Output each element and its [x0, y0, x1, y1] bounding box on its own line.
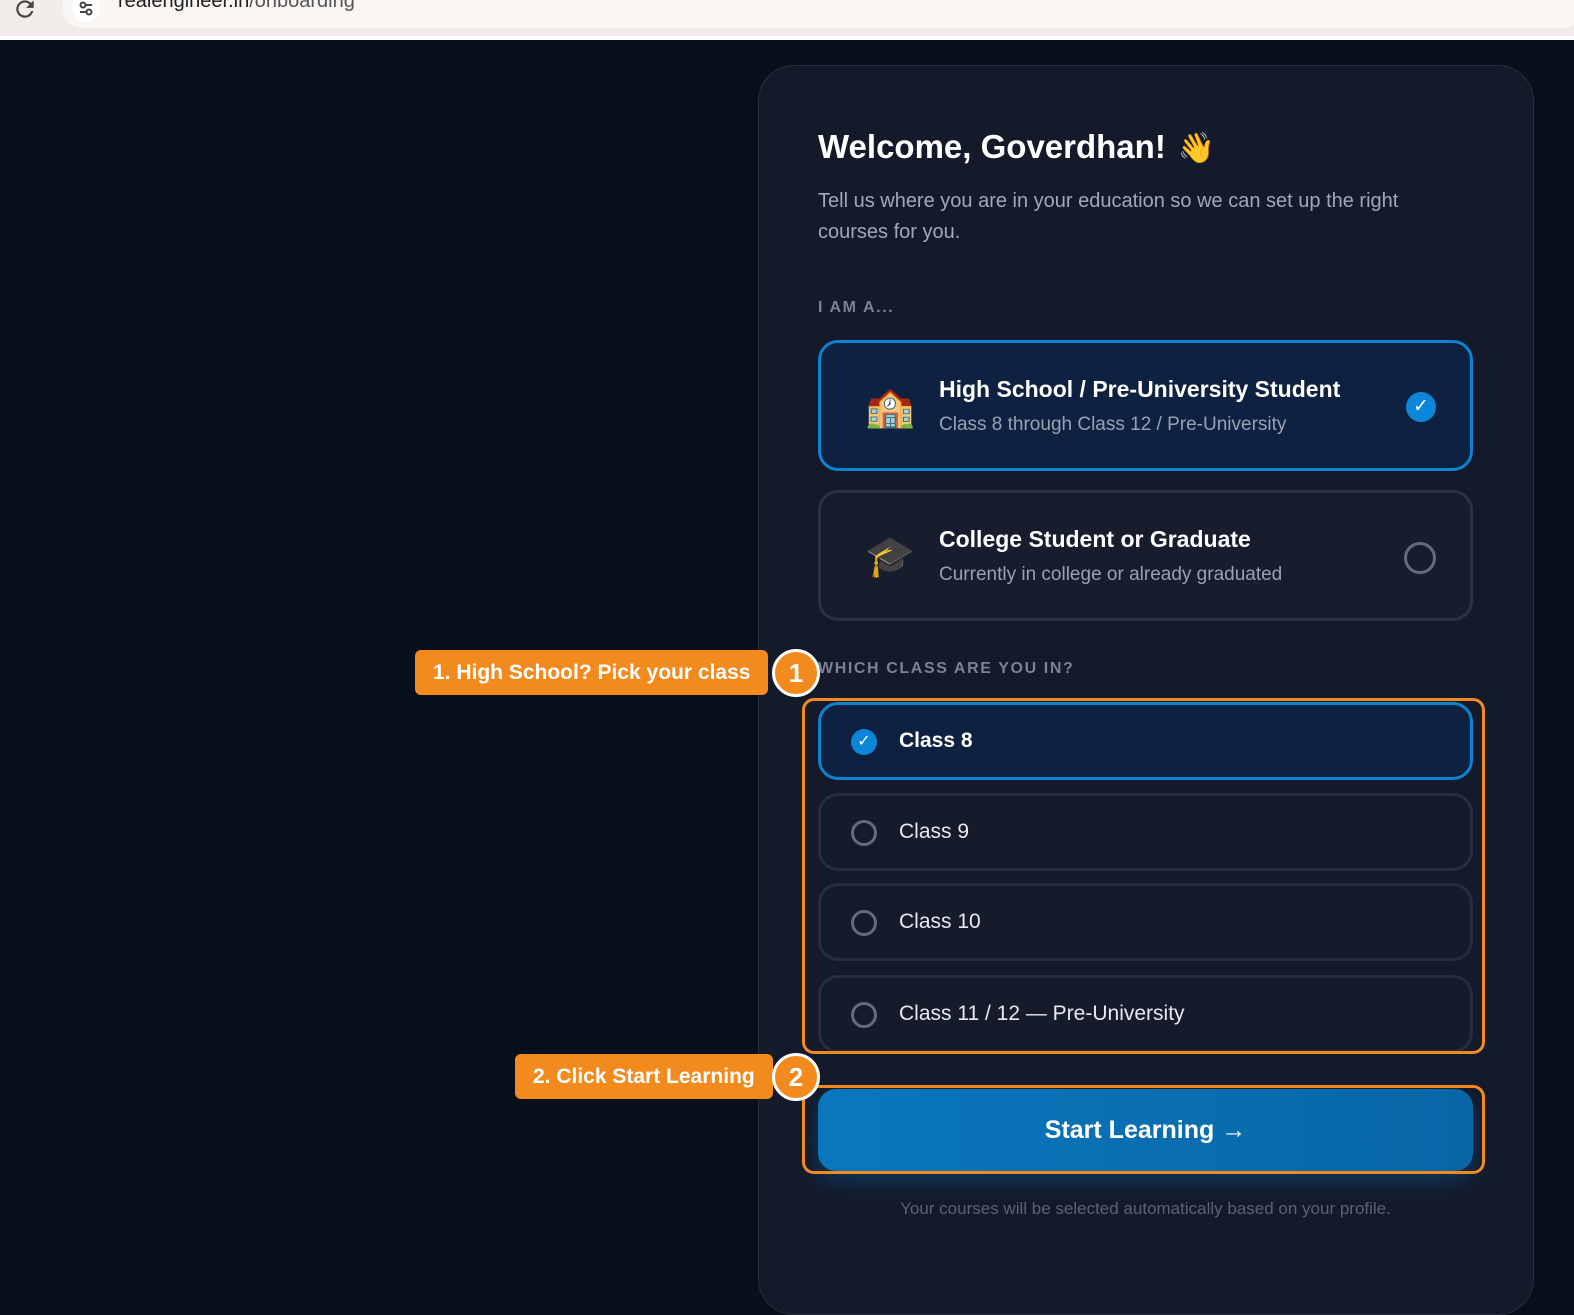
reload-icon[interactable]: [12, 0, 38, 22]
annotation-highlight-class-options: [802, 698, 1485, 1054]
role-option-high-school[interactable]: 🏫 High School / Pre-University Student C…: [818, 340, 1473, 471]
footnote-text: Your courses will be selected automatica…: [900, 1199, 1391, 1218]
annotation-badge-2: 2: [772, 1053, 820, 1101]
url-path: /onboarding: [249, 0, 355, 12]
role-section-label: I AM A...: [818, 299, 895, 316]
url-host: realengineer.in: [118, 0, 250, 12]
page-title: Welcome, Goverdhan! 👋: [818, 128, 1215, 166]
annotation-callout-1: 1. High School? Pick your class: [415, 650, 769, 695]
role-option-title: High School / Pre-University Student: [939, 376, 1341, 402]
role-option-title: College Student or Graduate: [939, 526, 1251, 552]
page-subtitle: Tell us where you are in your education …: [818, 190, 1399, 243]
url-text: realengineer.in/onboarding: [118, 0, 355, 13]
check-icon: ✓: [1406, 392, 1436, 422]
annotation-badge-1: 1: [772, 649, 820, 697]
role-option-college[interactable]: 🎓 College Student or Graduate Currently …: [818, 490, 1473, 621]
radio-icon[interactable]: [1404, 542, 1436, 574]
welcome-title-text: Welcome, Goverdhan!: [818, 128, 1166, 165]
tune-icon[interactable]: [72, 0, 100, 22]
url-field[interactable]: realengineer.in/onboarding: [62, 0, 1574, 28]
role-option-subtitle: Currently in college or already graduate…: [939, 564, 1283, 585]
wave-icon: 👋: [1177, 132, 1216, 165]
annotation-callout-2: 2. Click Start Learning: [515, 1054, 773, 1099]
annotation-highlight-start-button: [802, 1085, 1485, 1174]
school-icon: 🏫: [865, 385, 915, 429]
browser-address-bar: realengineer.in/onboarding: [0, 0, 1574, 40]
role-option-subtitle: Class 8 through Class 12 / Pre-Universit…: [939, 414, 1287, 435]
class-section-label: WHICH CLASS ARE YOU IN?: [818, 660, 1075, 677]
graduation-cap-icon: 🎓: [865, 535, 915, 579]
